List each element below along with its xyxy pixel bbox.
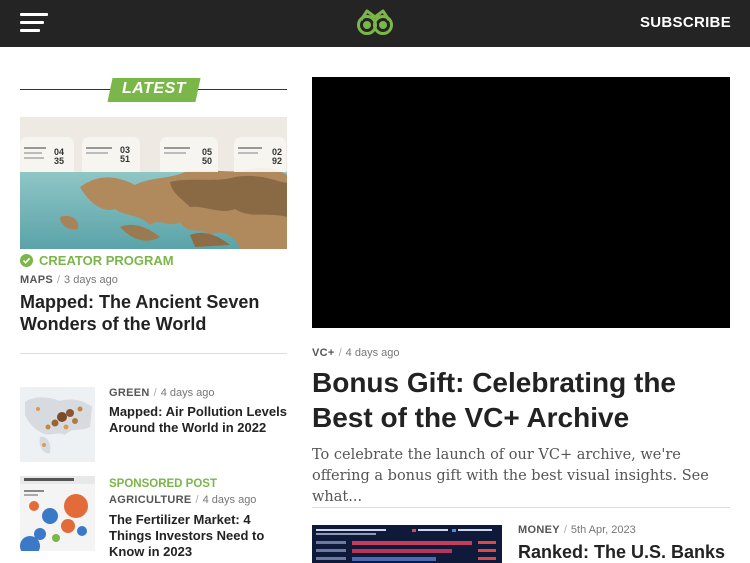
video-player[interactable]: [312, 77, 730, 328]
check-icon: [20, 254, 33, 267]
feature-meta: MAPS/3 days ago: [20, 274, 118, 286]
timestamp: 4 days ago: [160, 387, 215, 399]
subscribe-button[interactable]: SUBSCRIBE: [640, 14, 731, 31]
creator-program-badge[interactable]: CREATOR PROGRAM: [20, 253, 174, 268]
creator-program-label: CREATOR PROGRAM: [39, 253, 174, 268]
svg-text:35: 35: [54, 156, 64, 166]
site-logo-icon[interactable]: [357, 8, 393, 38]
category-link[interactable]: GREEN: [109, 387, 150, 399]
article-title[interactable]: Mapped: Air Pollution Levels Around the …: [109, 404, 289, 436]
top-navigation-bar: SUBSCRIBE: [0, 0, 750, 47]
article-thumbnail[interactable]: [20, 387, 95, 462]
article-title[interactable]: Ranked: The U.S. Banks: [518, 542, 725, 563]
divider: [312, 507, 730, 508]
svg-text:50: 50: [202, 156, 212, 166]
article-thumbnail[interactable]: [312, 525, 502, 563]
timestamp: 4 days ago: [345, 347, 400, 359]
category-link[interactable]: AGRICULTURE: [109, 494, 192, 506]
article-thumbnail[interactable]: [20, 476, 95, 551]
svg-text:51: 51: [120, 154, 130, 164]
sponsored-post-badge[interactable]: SPONSORED POST: [109, 478, 217, 490]
article-meta: GREEN/4 days ago: [109, 387, 215, 399]
article-meta: MONEY/5th Apr, 2023: [518, 524, 636, 536]
article-meta: AGRICULTURE/4 days ago: [109, 494, 257, 506]
article-title[interactable]: The Fertilizer Market: 4 Things Investor…: [109, 512, 289, 560]
main-article-meta: VC+/4 days ago: [312, 347, 400, 359]
hamburger-menu-icon[interactable]: [20, 13, 48, 33]
category-link[interactable]: VC+: [312, 347, 335, 359]
feature-article-title[interactable]: Mapped: The Ancient Seven Wonders of the…: [20, 291, 260, 335]
divider: [20, 353, 287, 354]
svg-text:92: 92: [272, 156, 282, 166]
feature-article-image[interactable]: 04 35 03 51 05 50 02 92: [20, 117, 287, 249]
latest-section-title: LATEST: [121, 80, 187, 97]
timestamp: 3 days ago: [64, 274, 118, 286]
timestamp: 4 days ago: [202, 494, 257, 506]
timestamp: 5th Apr, 2023: [570, 524, 636, 536]
main-article-excerpt: To celebrate the launch of our VC+ archi…: [312, 447, 709, 505]
main-article-title[interactable]: Bonus Gift: Celebrating the Best of the …: [312, 365, 732, 435]
category-link[interactable]: MAPS: [20, 274, 53, 286]
category-link[interactable]: MONEY: [518, 524, 560, 536]
